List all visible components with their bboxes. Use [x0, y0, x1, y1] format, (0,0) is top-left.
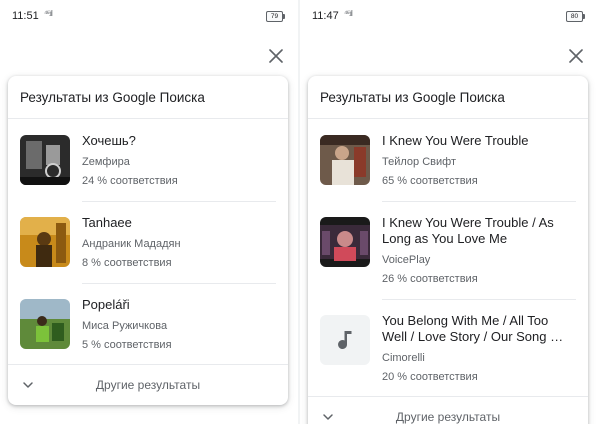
status-bar: 11:51 ⁴⁶⫶ıl 79 — [0, 0, 300, 34]
album-art-icon — [20, 135, 70, 185]
card-header: Результаты из Google Поиска — [8, 76, 288, 119]
results-card: Результаты из Google Поиска Хочешь? Zемф… — [8, 76, 288, 405]
close-icon — [269, 49, 283, 63]
result-match: 24 % соответствия — [82, 175, 178, 187]
result-item[interactable]: You Belong With Me / All Too Well / Love… — [308, 299, 588, 397]
status-time: 11:51 — [12, 10, 39, 22]
chevron-down-icon — [23, 382, 33, 388]
card-header: Результаты из Google Поиска — [308, 76, 588, 119]
result-match: 65 % соответствия — [382, 175, 478, 187]
right-screenshot-panel: 11:47 ⁴⁶⫶ıl 80 Результаты из Google Поис… — [300, 0, 600, 424]
result-item[interactable]: Tanhaee Андраник Мададян 8 % соответстви… — [8, 201, 288, 283]
result-artist: Миса Ружичкова — [82, 320, 168, 332]
results-card: Результаты из Google Поиска I Knew You W… — [308, 76, 588, 424]
album-art-icon — [320, 135, 370, 185]
result-item[interactable]: I Knew You Were Trouble / As Long as You… — [308, 201, 588, 299]
result-title: Хочешь? — [82, 133, 136, 148]
more-results-button[interactable]: Другие результаты — [8, 364, 288, 405]
signal-icon: ⁴⁶⫶ıl — [44, 9, 53, 18]
chevron-down-icon — [323, 414, 333, 420]
close-icon — [569, 49, 583, 63]
result-title: I Knew You Were Trouble / As Long as You… — [382, 215, 554, 246]
close-button[interactable] — [564, 44, 588, 68]
music-note-icon — [320, 315, 370, 365]
result-match: 8 % соответствия — [82, 257, 172, 269]
result-title: You Belong With Me / All Too Well / Love… — [382, 313, 564, 344]
signal-icon: ⁴⁶⫶ıl — [344, 9, 353, 18]
battery-icon: 80 — [566, 11, 585, 22]
result-item[interactable]: Popeláři Миса Ружичкова 5 % соответствия — [8, 283, 288, 365]
card-title: Результаты из Google Поиска — [320, 89, 505, 105]
album-art-icon — [320, 217, 370, 267]
result-match: 26 % соответствия — [382, 273, 478, 285]
result-item[interactable]: I Knew You Were Trouble Тейлор Свифт 65 … — [308, 119, 588, 201]
album-art-icon — [20, 217, 70, 267]
result-title: I Knew You Were Trouble — [382, 133, 529, 148]
close-button[interactable] — [264, 44, 288, 68]
result-title: Popeláři — [82, 297, 130, 312]
result-artist: Cimorelli — [382, 352, 425, 364]
left-screenshot-panel: 11:51 ⁴⁶⫶ıl 79 Результаты из Google Поис… — [0, 0, 300, 424]
result-match: 5 % соответствия — [82, 339, 172, 351]
result-artist: Тейлор Свифт — [382, 156, 456, 168]
battery-icon: 79 — [266, 11, 285, 22]
more-results-button[interactable]: Другие результаты — [308, 396, 588, 424]
result-artist: VoicePlay — [382, 254, 431, 266]
result-artist: Андраник Мададян — [82, 238, 181, 250]
result-match: 20 % соответствия — [382, 371, 478, 383]
status-time: 11:47 — [312, 10, 339, 22]
card-title: Результаты из Google Поиска — [20, 89, 205, 105]
result-item[interactable]: Хочешь? Zемфира 24 % соответствия — [8, 119, 288, 201]
more-results-label: Другие результаты — [95, 378, 201, 392]
status-bar: 11:47 ⁴⁶⫶ıl 80 — [300, 0, 600, 34]
result-artist: Zемфира — [82, 156, 130, 168]
more-results-label: Другие результаты — [395, 410, 501, 424]
result-title: Tanhaee — [82, 215, 132, 230]
album-art-icon — [20, 299, 70, 349]
